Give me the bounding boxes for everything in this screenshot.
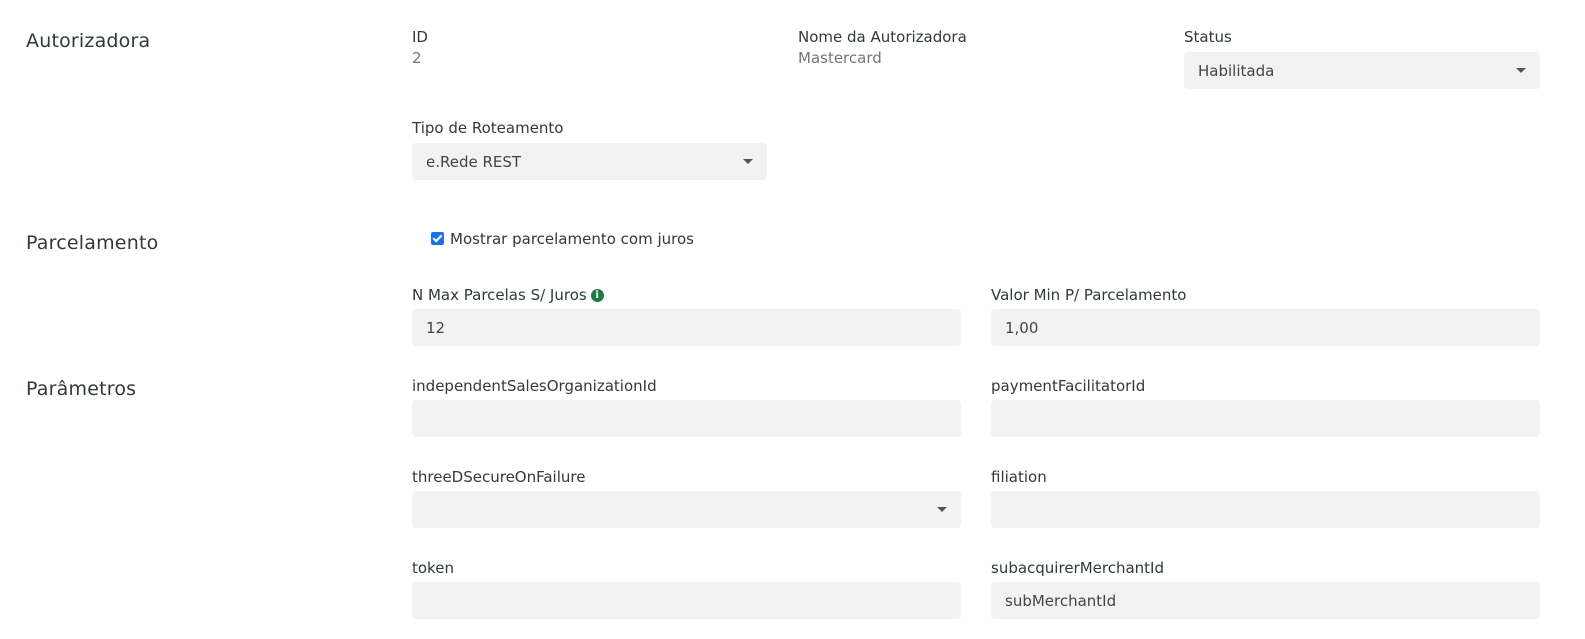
section-title-parametros: Parâmetros [26,378,137,400]
iso-input[interactable] [412,400,961,437]
info-icon[interactable]: i [590,289,604,302]
sub-input[interactable]: subMerchantId [991,582,1540,619]
caret-down-icon [937,507,947,512]
filiation-input[interactable] [991,491,1540,528]
max-installments-value: 12 [426,318,446,337]
caret-down-icon [1516,68,1526,73]
max-installments-label: N Max Parcelas S/ Juros i [412,286,604,304]
tds-select[interactable] [412,491,961,528]
interest-checkbox-label[interactable]: Mostrar parcelamento com juros [450,230,694,248]
sub-label: subacquirerMerchantId [991,559,1164,577]
status-select[interactable]: Habilitada [1184,52,1540,89]
status-select-value: Habilitada [1198,61,1275,80]
id-label: ID [412,28,428,46]
section-title-autorizadora: Autorizadora [26,30,151,52]
token-input[interactable] [412,582,961,619]
sub-value: subMerchantId [1005,591,1117,610]
tds-label: threeDSecureOnFailure [412,468,586,486]
pf-input[interactable] [991,400,1540,437]
name-value: Mastercard [798,49,882,67]
min-value-value: 1,00 [1005,318,1039,337]
routing-select-value: e.Rede REST [426,152,522,171]
max-installments-label-text: N Max Parcelas S/ Juros [412,286,587,304]
token-label: token [412,559,454,577]
iso-label: independentSalesOrganizationId [412,377,657,395]
min-value-label: Valor Min P/ Parcelamento [991,286,1187,304]
routing-label: Tipo de Roteamento [412,119,564,137]
interest-checkbox[interactable] [431,232,444,245]
routing-select[interactable]: e.Rede REST [412,143,767,180]
caret-down-icon [743,159,753,164]
max-installments-input[interactable]: 12 [412,309,961,346]
pf-label: paymentFacilitatorId [991,377,1146,395]
id-value: 2 [412,49,422,67]
filiation-label: filiation [991,468,1047,486]
status-label: Status [1184,28,1232,46]
min-value-input[interactable]: 1,00 [991,309,1540,346]
name-label: Nome da Autorizadora [798,28,967,46]
section-title-parcelamento: Parcelamento [26,232,159,254]
